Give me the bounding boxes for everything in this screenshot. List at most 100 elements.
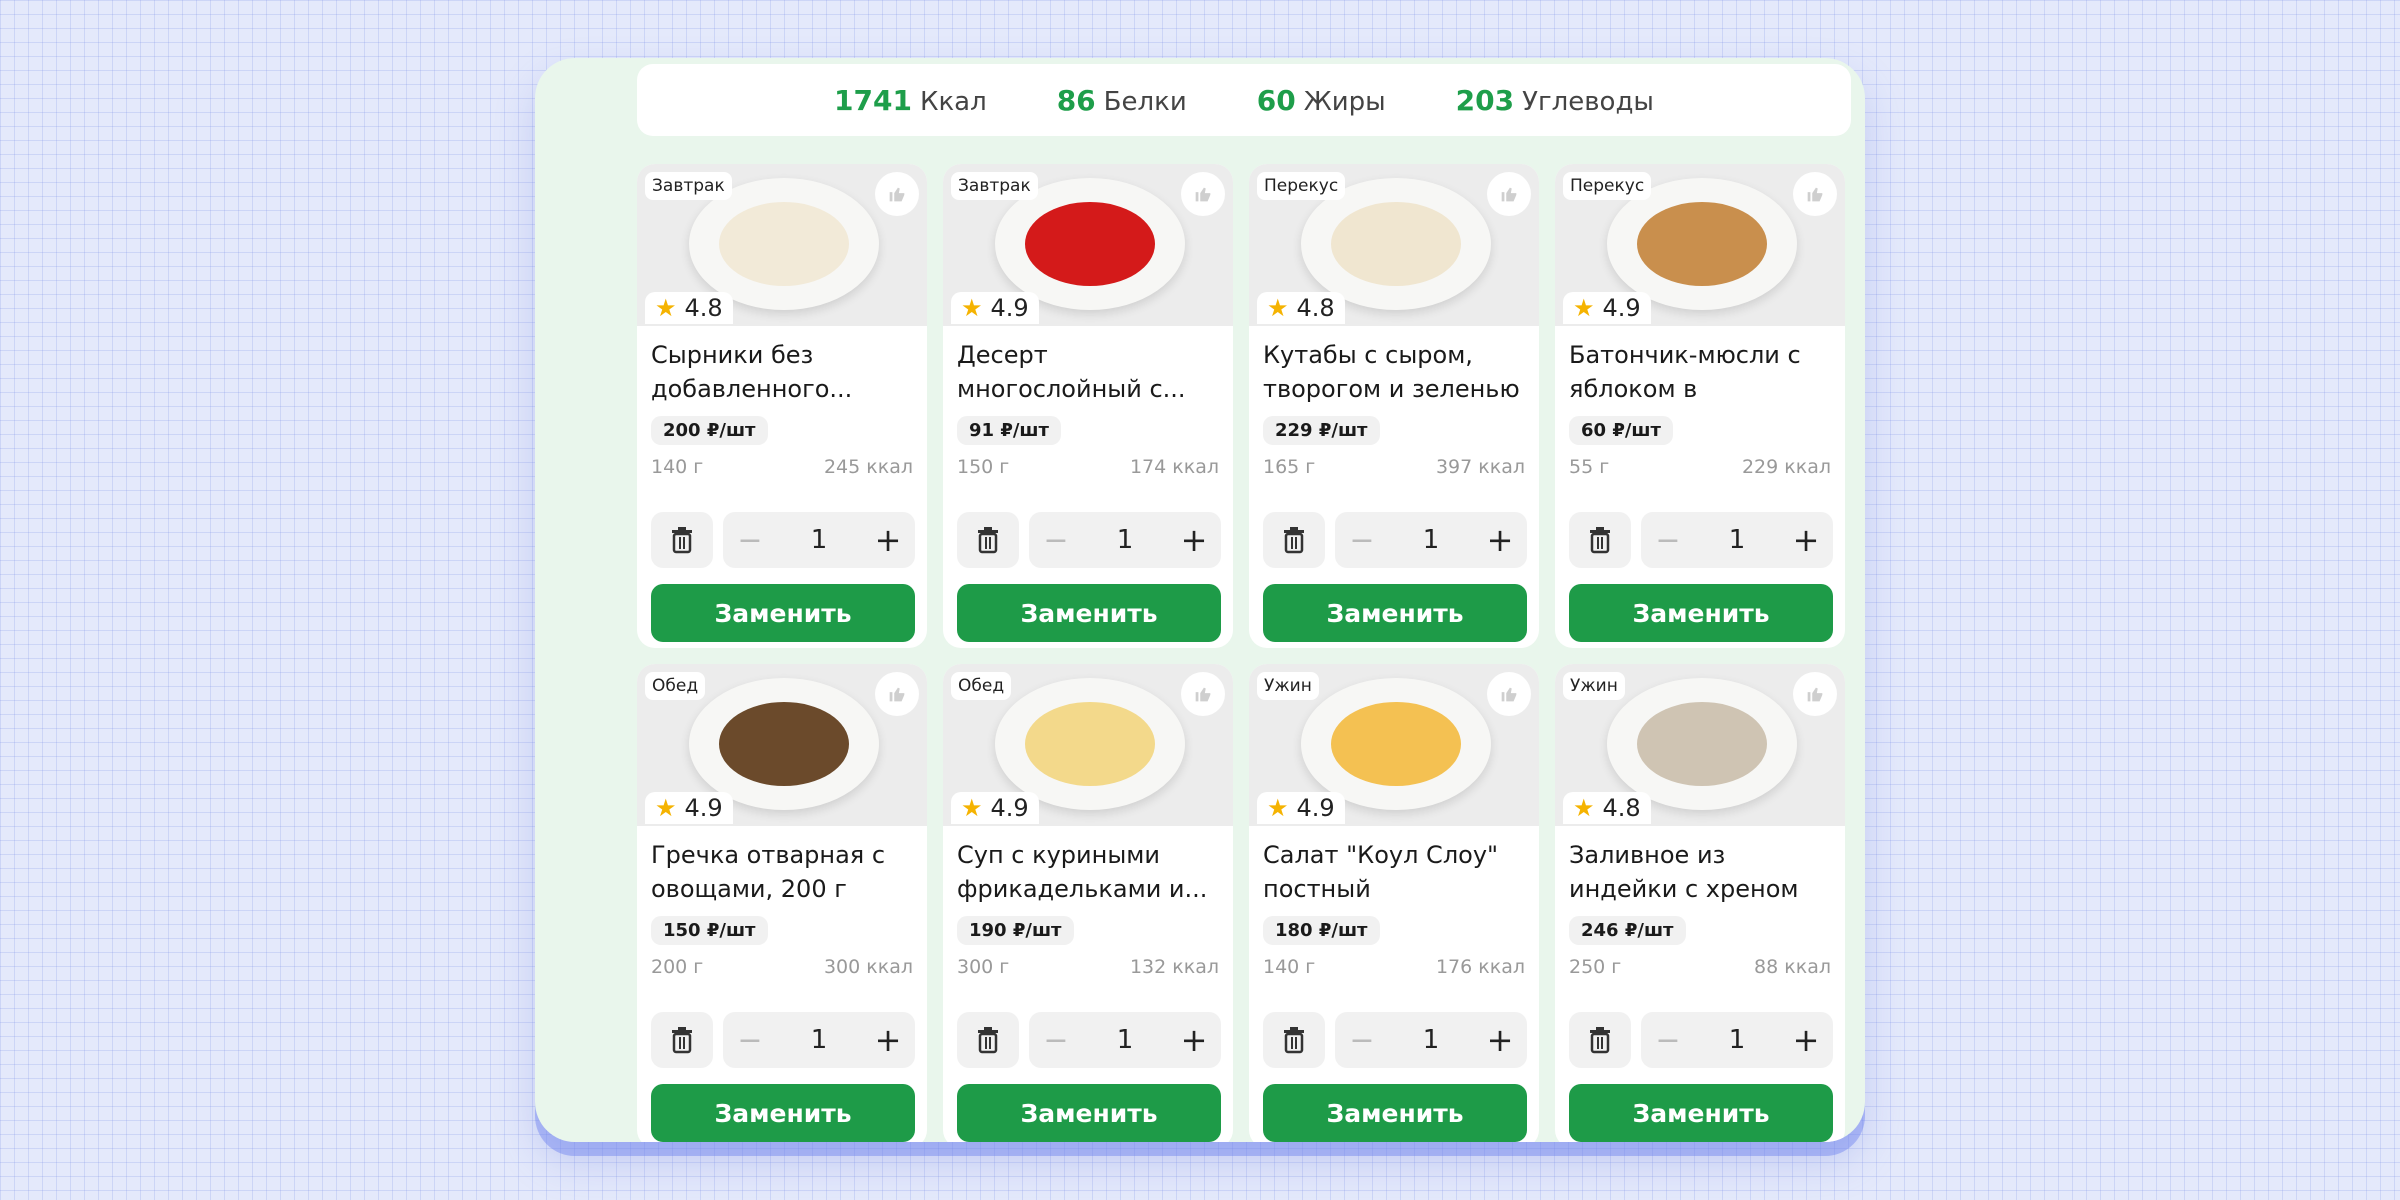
dish-meta: 140 г 245 ккал — [651, 456, 913, 478]
star-icon: ★ — [1573, 794, 1595, 822]
plus-button[interactable]: + — [1485, 1021, 1515, 1059]
dish-title[interactable]: Салат "Коул Слоу" постный — [1263, 838, 1525, 906]
quantity-value: 1 — [1728, 1025, 1746, 1055]
dish-weight: 300 г — [957, 956, 1010, 978]
thumb-icon[interactable] — [1181, 672, 1225, 716]
replace-button[interactable]: Заменить — [651, 1084, 915, 1142]
delete-button[interactable] — [957, 512, 1019, 568]
meal-tag: Завтрак — [951, 172, 1038, 200]
replace-button[interactable]: Заменить — [957, 584, 1221, 642]
trash-icon — [672, 527, 692, 554]
plus-button[interactable]: + — [1791, 1021, 1821, 1059]
dish-title[interactable]: Десерт многослойный с... — [957, 338, 1219, 406]
dish-price: 229 ₽/шт — [1263, 416, 1380, 445]
dish-card[interactable]: Перекус ★ 4.8 Кутабы с сыром, творогом и… — [1249, 164, 1539, 648]
thumb-icon[interactable] — [1487, 672, 1531, 716]
rating: ★ 4.9 — [951, 792, 1039, 824]
replace-button[interactable]: Заменить — [651, 584, 915, 642]
dish-meta: 250 г 88 ккал — [1569, 956, 1831, 978]
plus-button[interactable]: + — [1791, 521, 1821, 559]
delete-button[interactable] — [1569, 512, 1631, 568]
thumb-svg — [1501, 187, 1517, 202]
dish-card[interactable]: Обед ★ 4.9 Суп с куриными фрикадельками … — [943, 664, 1233, 1142]
dish-title[interactable]: Батончик-мюсли с яблоком в карамели... — [1569, 338, 1831, 406]
thumb-icon[interactable] — [875, 172, 919, 216]
plus-button[interactable]: + — [1179, 521, 1209, 559]
replace-button[interactable]: Заменить — [1263, 1084, 1527, 1142]
dish-weight: 165 г — [1263, 456, 1316, 478]
dish-kcal: 245 ккал — [823, 456, 913, 478]
dish-meta: 140 г 176 ккал — [1263, 956, 1525, 978]
dish-meta: 165 г 397 ккал — [1263, 456, 1525, 478]
delete-button[interactable] — [957, 1012, 1019, 1068]
quantity-value: 1 — [1422, 1025, 1440, 1055]
dish-title[interactable]: Кутабы с сыром, творогом и зеленью — [1263, 338, 1525, 406]
dish-title[interactable]: Суп с куриными фрикадельками и... — [957, 838, 1219, 906]
meal-tag: Обед — [645, 672, 706, 700]
dish-card[interactable]: Перекус ★ 4.9 Батончик-мюсли с яблоком в… — [1555, 164, 1845, 648]
thumb-svg — [1195, 187, 1211, 202]
delete-button[interactable] — [1569, 1012, 1631, 1068]
thumb-svg — [1195, 687, 1211, 702]
minus-button[interactable]: − — [1041, 523, 1071, 558]
replace-button[interactable]: Заменить — [1569, 584, 1833, 642]
thumb-icon[interactable] — [1181, 172, 1225, 216]
dish-kcal: 88 ккал — [1754, 956, 1831, 978]
rating-value: 4.9 — [1296, 794, 1335, 822]
minus-button[interactable]: − — [1347, 523, 1377, 558]
dish-weight: 150 г — [957, 456, 1010, 478]
dish-image: Обед ★ 4.9 — [637, 664, 927, 826]
dish-price: 150 ₽/шт — [651, 916, 768, 945]
plus-button[interactable]: + — [1179, 1021, 1209, 1059]
meal-tag: Перекус — [1563, 172, 1652, 200]
food — [719, 202, 849, 286]
dish-title[interactable]: Гречка отварная с овощами, 200 г — [651, 838, 913, 906]
carbs-value: 203 — [1455, 83, 1515, 117]
plus-button[interactable]: + — [873, 1021, 903, 1059]
nutrition-summary: 1741 Ккал 86 Белки 60 Жиры 203 Углеводы — [637, 64, 1851, 136]
dish-title[interactable]: Сырники без добавленного... — [651, 338, 913, 406]
minus-button[interactable]: − — [1041, 1023, 1071, 1058]
minus-button[interactable]: − — [735, 523, 765, 558]
thumb-icon[interactable] — [875, 672, 919, 716]
dish-card[interactable]: Ужин ★ 4.8 Заливное из индейки с хреном … — [1555, 664, 1845, 1142]
thumb-icon[interactable] — [1793, 172, 1837, 216]
dish-kcal: 132 ккал — [1129, 956, 1219, 978]
summary-fat: 60 Жиры — [1257, 84, 1386, 117]
delete-button[interactable] — [651, 512, 713, 568]
thumb-icon[interactable] — [1793, 672, 1837, 716]
meal-tag: Обед — [951, 672, 1012, 700]
rating-value: 4.8 — [684, 294, 723, 322]
replace-button[interactable]: Заменить — [1263, 584, 1527, 642]
delete-button[interactable] — [1263, 512, 1325, 568]
dish-price: 180 ₽/шт — [1263, 916, 1380, 945]
replace-button[interactable]: Заменить — [1569, 1084, 1833, 1142]
replace-button[interactable]: Заменить — [957, 1084, 1221, 1142]
thumb-icon[interactable] — [1487, 172, 1531, 216]
minus-button[interactable]: − — [1653, 1023, 1683, 1058]
star-icon: ★ — [961, 294, 983, 322]
delete-button[interactable] — [1263, 1012, 1325, 1068]
dish-card[interactable]: Завтрак ★ 4.8 Сырники без добавленного..… — [637, 164, 927, 648]
minus-button[interactable]: − — [1347, 1023, 1377, 1058]
dish-image: Завтрак ★ 4.8 — [637, 164, 927, 326]
plus-button[interactable]: + — [1485, 521, 1515, 559]
rating: ★ 4.9 — [1257, 792, 1345, 824]
quantity-value: 1 — [1422, 525, 1440, 555]
minus-button[interactable]: − — [1653, 523, 1683, 558]
dish-card[interactable]: Завтрак ★ 4.9 Десерт многослойный с... 9… — [943, 164, 1233, 648]
quantity-stepper: − 1 + — [1029, 512, 1221, 568]
dish-weight: 200 г — [651, 956, 704, 978]
menu-panel: 1741 Ккал 86 Белки 60 Жиры 203 Углеводы … — [535, 58, 1865, 1142]
rating: ★ 4.8 — [645, 292, 733, 324]
food — [1025, 702, 1155, 786]
star-icon: ★ — [1267, 794, 1289, 822]
dish-card[interactable]: Ужин ★ 4.9 Салат "Коул Слоу" постный 180… — [1249, 664, 1539, 1142]
dish-weight: 140 г — [1263, 956, 1316, 978]
plus-button[interactable]: + — [873, 521, 903, 559]
trash-icon — [1284, 1027, 1304, 1054]
delete-button[interactable] — [651, 1012, 713, 1068]
minus-button[interactable]: − — [735, 1023, 765, 1058]
dish-title[interactable]: Заливное из индейки с хреном — [1569, 838, 1831, 906]
dish-card[interactable]: Обед ★ 4.9 Гречка отварная с овощами, 20… — [637, 664, 927, 1142]
